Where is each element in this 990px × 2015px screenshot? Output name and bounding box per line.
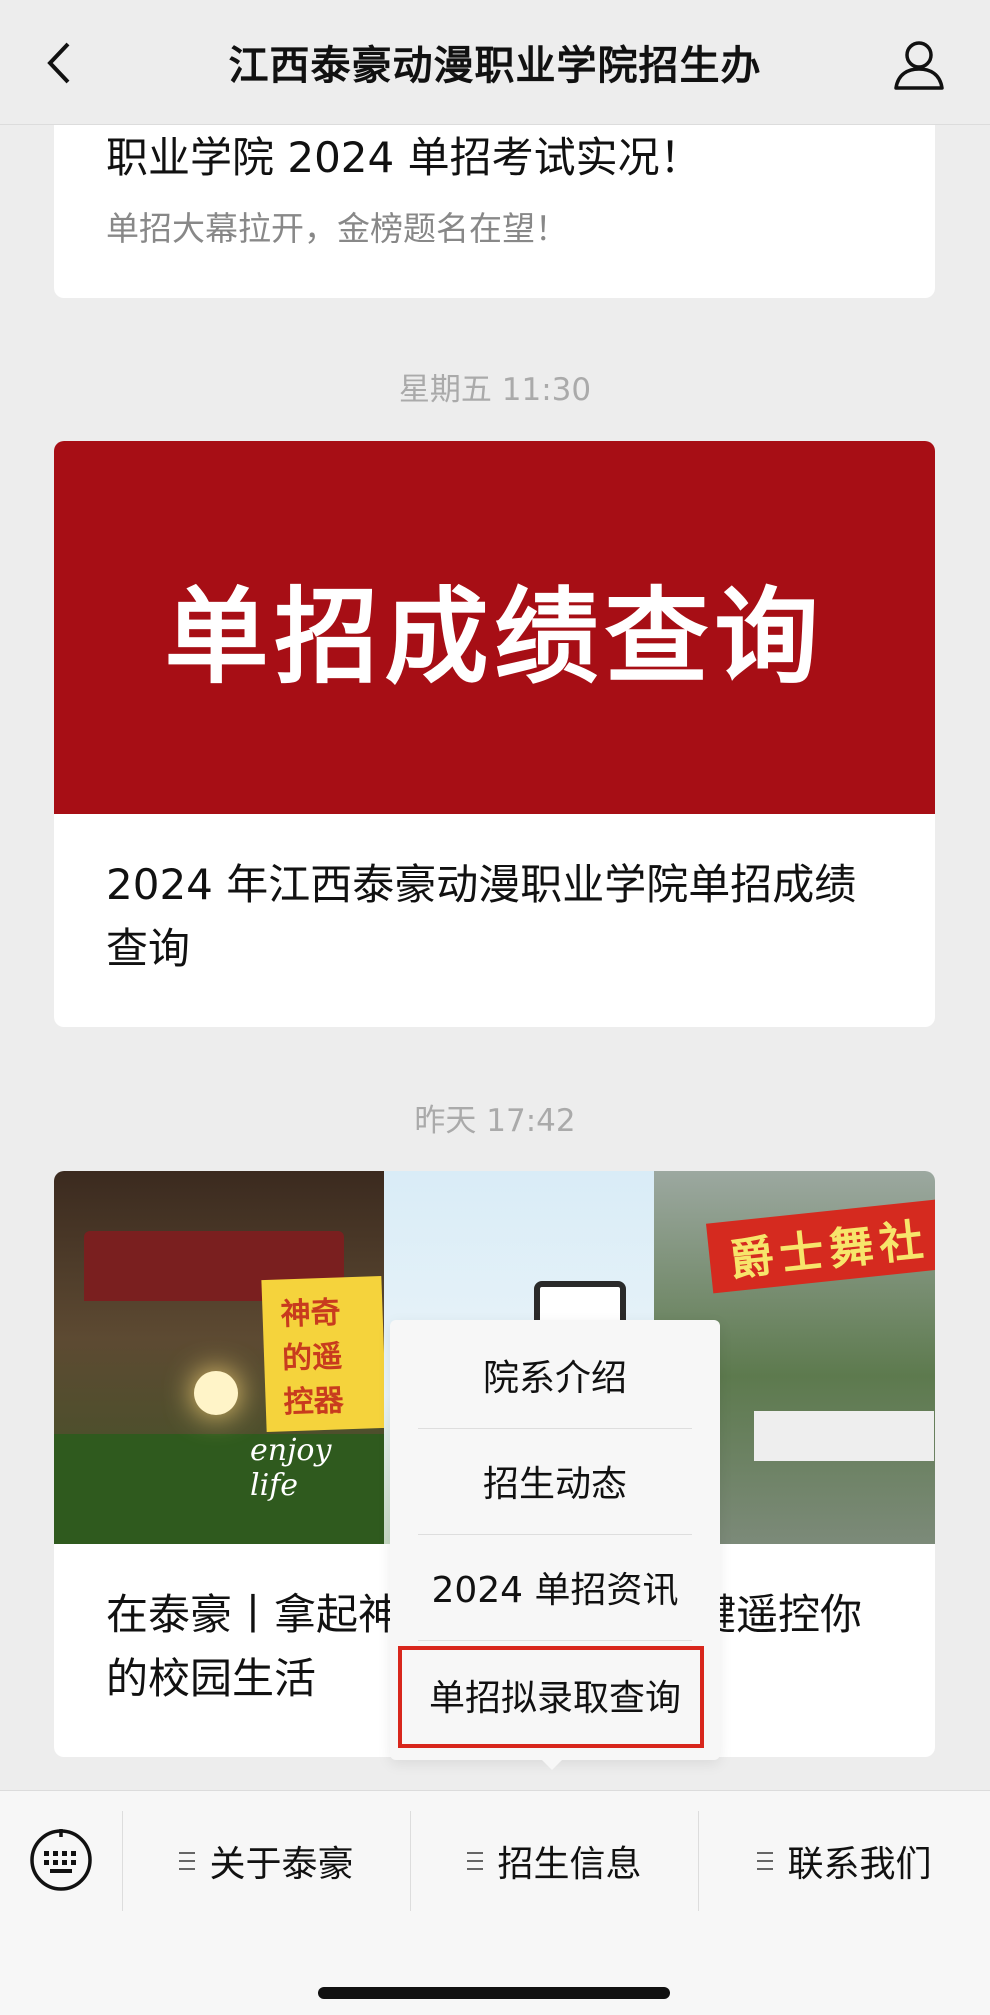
article-cover-banner: 单招成绩查询 — [54, 441, 935, 814]
home-indicator[interactable] — [318, 1987, 670, 1999]
message-timestamp: 昨天 17:42 — [414, 1103, 576, 1139]
submenu-item-admission-news[interactable]: 招生动态 — [418, 1428, 692, 1535]
bottom-menu-bar: 关于泰豪 招生信息 联系我们 — [0, 1790, 990, 2015]
profile-button[interactable] — [892, 38, 946, 92]
image-script-text: enjoy life — [250, 1433, 332, 1503]
chevron-left-icon — [47, 42, 70, 84]
menu-lines-icon — [179, 1852, 196, 1870]
submenu-item-department[interactable]: 院系介绍 — [418, 1322, 692, 1429]
menu-lines-icon — [757, 1852, 774, 1870]
menu-about[interactable]: 关于泰豪 — [123, 1811, 410, 1911]
chat-header: 江西泰豪动漫职业学院招生办 — [0, 0, 990, 125]
submenu-popup: 院系介绍 招生动态 2024 单招资讯 单招拟录取查询 — [390, 1320, 720, 1760]
highlight-box — [398, 1646, 704, 1748]
menu-contact[interactable]: 联系我们 — [699, 1811, 990, 1911]
menu-label: 关于泰豪 — [209, 1844, 354, 1885]
keyboard-icon — [30, 1829, 92, 1891]
article-card[interactable]: 单招成绩查询 2024 年江西泰豪动漫职业学院单招成绩查询 — [54, 441, 935, 1027]
keyboard-toggle-button[interactable] — [28, 1827, 94, 1893]
page-title: 江西泰豪动漫职业学院招生办 — [228, 43, 762, 89]
menu-lines-icon — [467, 1852, 484, 1870]
article-subtitle: 单招大幕拉开，金榜题名在望！ — [106, 209, 568, 248]
cover-photo-camping: 神奇的遥控器 enjoy life — [54, 1171, 384, 1544]
person-icon — [894, 41, 944, 90]
menu-label: 联系我们 — [787, 1844, 932, 1885]
message-timestamp: 星期五 11:30 — [398, 372, 592, 408]
submenu-item-2024-info[interactable]: 2024 单招资讯 — [418, 1534, 692, 1641]
article-title: 2024 年江西泰豪动漫职业学院单招成绩查询 — [106, 860, 857, 973]
lamp-shape — [194, 1371, 238, 1415]
image-tag: 神奇的遥控器 — [261, 1275, 384, 1433]
table-shape — [754, 1411, 934, 1461]
menu-label: 招生信息 — [497, 1844, 642, 1885]
article-title: 职业学院 2024 单招考试实况！ — [106, 133, 702, 182]
club-sign: 爵士舞社 — [705, 1198, 935, 1294]
back-button[interactable] — [36, 38, 86, 88]
popup-pointer — [540, 1758, 564, 1770]
menu-admission-info[interactable]: 招生信息 — [411, 1811, 698, 1911]
banner-text: 单招成绩查询 — [164, 576, 825, 698]
